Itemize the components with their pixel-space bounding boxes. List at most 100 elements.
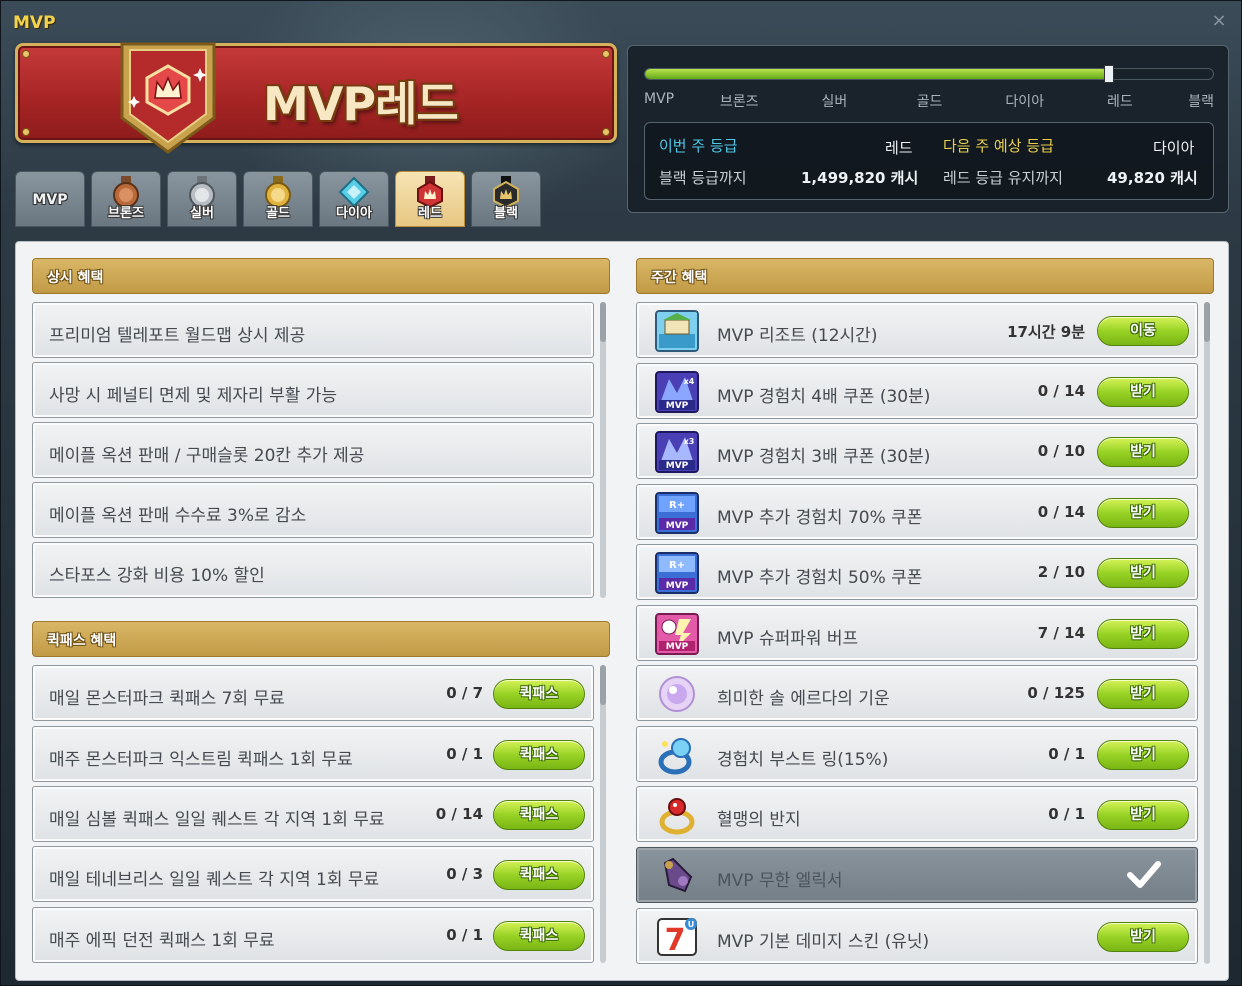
svg-text:7: 7 bbox=[665, 923, 686, 958]
quickpass-button[interactable]: 퀵패스 bbox=[493, 740, 585, 770]
quickpass-row: 매일 몬스터파크 퀵패스 7회 무료 0 / 7 퀵패스 bbox=[32, 665, 594, 721]
usage-count: 2 / 10 bbox=[1037, 563, 1085, 581]
exp-coupon-x4-icon: MVP x4 bbox=[655, 371, 699, 413]
receive-button[interactable]: 받기 bbox=[1097, 679, 1189, 709]
to-black-value: 1,499,820 캐시 bbox=[801, 169, 919, 187]
quickpass-row: 매주 에픽 던전 퀵패스 1회 무료 0 / 1 퀵패스 bbox=[32, 907, 594, 963]
quickpass-button[interactable]: 퀵패스 bbox=[493, 860, 585, 890]
scrollbar-thumb[interactable] bbox=[600, 302, 606, 342]
usage-count: 0 / 3 bbox=[446, 865, 483, 883]
usage-count: 0 / 125 bbox=[1027, 684, 1085, 702]
weekly-benefits-header: 주간 혜택 bbox=[636, 258, 1214, 294]
damage-skin-icon: 7 U bbox=[657, 918, 697, 958]
receive-button[interactable]: 받기 bbox=[1097, 437, 1189, 467]
grade-labels: MVP 브론즈 실버 골드 다이아 레드 블랙 bbox=[644, 91, 1214, 110]
tab-mvp[interactable]: MVP bbox=[15, 171, 85, 227]
tab-gold[interactable]: 골드 bbox=[243, 171, 313, 227]
weekly-row: MVP MVP 슈퍼파워 버프 7 / 14 받기 bbox=[636, 605, 1198, 661]
tab-silver[interactable]: 실버 bbox=[167, 171, 237, 227]
weekly-row: MVP x4 MVP 경험치 4배 쿠폰 (30분) 0 / 14 받기 bbox=[636, 363, 1198, 419]
tab-red[interactable]: 레드 bbox=[395, 171, 465, 227]
benefit-label: MVP 무한 엘릭서 bbox=[717, 871, 843, 891]
banner-title: MVP레드 bbox=[263, 77, 459, 131]
grade-label-mvp: MVP bbox=[644, 91, 675, 107]
grade-progress-marker bbox=[1103, 65, 1114, 83]
tab-label: 골드 bbox=[266, 206, 290, 221]
crown-medal-icon bbox=[120, 42, 216, 154]
quickpass-button[interactable]: 퀵패스 bbox=[493, 921, 585, 951]
usage-count: 0 / 1 bbox=[446, 745, 483, 763]
receive-button[interactable]: 받기 bbox=[1097, 558, 1189, 588]
svg-text:R+: R+ bbox=[669, 500, 685, 511]
bonus-exp-coupon-icon: R+ MVP bbox=[655, 552, 699, 594]
exp-ring-icon bbox=[658, 738, 692, 775]
receive-button[interactable]: 받기 bbox=[1097, 740, 1189, 770]
this-week-value: 레드 bbox=[885, 139, 913, 157]
move-button[interactable]: 이동 bbox=[1097, 316, 1189, 346]
benefit-label: MVP 기본 데미지 스킨 (유닛) bbox=[717, 932, 930, 952]
svg-text:MVP: MVP bbox=[666, 461, 689, 471]
benefits-panel: 상시 혜택 프리미엄 텔레포트 월드맵 상시 제공 사망 시 페널티 면제 및 … bbox=[15, 241, 1229, 981]
receive-button[interactable]: 받기 bbox=[1097, 619, 1189, 649]
banner-stud bbox=[602, 50, 610, 58]
tab-bronze[interactable]: 브론즈 bbox=[91, 171, 161, 227]
receive-button[interactable]: 받기 bbox=[1097, 800, 1189, 830]
weekly-scrollbar[interactable] bbox=[1204, 302, 1210, 964]
weekly-row-resort: MVP 리조트 (12시간) 17시간 9분 이동 bbox=[636, 302, 1198, 358]
usage-count: 0 / 14 bbox=[435, 805, 483, 823]
benefit-label: 스타포스 강화 비용 10% 할인 bbox=[49, 566, 265, 586]
quickpass-button[interactable]: 퀵패스 bbox=[493, 800, 585, 830]
tab-label: 실버 bbox=[190, 206, 214, 221]
quickpass-row: 매일 심볼 퀵패스 일일 퀘스트 각 지역 1회 무료 0 / 14 퀵패스 bbox=[32, 786, 594, 842]
tab-label: 블랙 bbox=[494, 206, 518, 221]
close-icon[interactable]: × bbox=[1209, 11, 1229, 31]
next-week-label: 다음 주 예상 등급 bbox=[943, 137, 1054, 155]
receive-button[interactable]: 받기 bbox=[1097, 377, 1189, 407]
grade-label-silver: 실버 bbox=[821, 94, 848, 110]
permanent-benefit-row: 메이플 옥션 판매 수수료 3%로 감소 bbox=[32, 482, 594, 538]
benefit-label: 희미한 솔 에르다의 기운 bbox=[717, 689, 890, 709]
quickpass-scrollbar[interactable] bbox=[600, 665, 606, 963]
benefit-label: MVP 추가 경험치 70% 쿠폰 bbox=[717, 508, 923, 528]
weekly-row-completed: MVP 무한 엘릭서 bbox=[636, 847, 1198, 903]
svg-text:MVP: MVP bbox=[666, 401, 689, 411]
benefit-label: 프리미엄 텔레포트 월드맵 상시 제공 bbox=[49, 326, 306, 346]
usage-count: 0 / 10 bbox=[1037, 442, 1085, 460]
weekly-row: R+ MVP MVP 추가 경험치 70% 쿠폰 0 / 14 받기 bbox=[636, 484, 1198, 540]
receive-button[interactable]: 받기 bbox=[1097, 498, 1189, 528]
bonus-exp-coupon-icon: R+ MVP bbox=[655, 492, 699, 534]
remaining-time: 17시간 9분 bbox=[1007, 323, 1085, 341]
grade-progress-fill bbox=[645, 69, 1108, 79]
benefit-label: MVP 추가 경험치 50% 쿠폰 bbox=[717, 568, 923, 588]
grade-label-black: 블랙 bbox=[1188, 94, 1214, 110]
weekly-row: 경험치 부스트 링(15%) 0 / 1 받기 bbox=[636, 726, 1198, 782]
quickpass-row: 매일 테네브리스 일일 퀘스트 각 지역 1회 무료 0 / 3 퀵패스 bbox=[32, 846, 594, 902]
svg-text:MVP: MVP bbox=[666, 581, 689, 591]
permanent-benefit-row: 스타포스 강화 비용 10% 할인 bbox=[32, 542, 594, 598]
elixir-icon bbox=[663, 857, 693, 893]
permanent-benefit-row: 메이플 옥션 판매 / 구매슬롯 20칸 추가 제공 bbox=[32, 422, 594, 478]
section-title: 퀵패스 혜택 bbox=[47, 633, 117, 649]
grade-label-bronze: 브론즈 bbox=[719, 94, 759, 110]
receive-button[interactable]: 받기 bbox=[1097, 922, 1189, 952]
svg-text:x3: x3 bbox=[684, 437, 695, 446]
scrollbar-thumb[interactable] bbox=[1204, 302, 1210, 342]
grade-label-diamond: 다이아 bbox=[1005, 94, 1045, 110]
benefit-label: MVP 리조트 (12시간) bbox=[717, 326, 878, 346]
weekly-row: R+ MVP MVP 추가 경험치 50% 쿠폰 2 / 10 받기 bbox=[636, 544, 1198, 600]
window-title: MVP bbox=[13, 13, 56, 33]
tab-black[interactable]: 블랙 bbox=[471, 171, 541, 227]
quickpass-row: 매주 몬스터파크 익스트림 퀵패스 1회 무료 0 / 1 퀵패스 bbox=[32, 726, 594, 782]
permanent-scrollbar[interactable] bbox=[600, 302, 606, 598]
benefit-label: 혈맹의 반지 bbox=[717, 810, 801, 830]
permanent-benefits-header: 상시 혜택 bbox=[32, 258, 610, 294]
resort-icon bbox=[655, 310, 699, 352]
tab-diamond[interactable]: 다이아 bbox=[319, 171, 389, 227]
benefit-label: 매주 몬스터파크 익스트림 퀵패스 1회 무료 bbox=[49, 750, 353, 770]
scrollbar-thumb[interactable] bbox=[600, 665, 606, 705]
usage-count: 0 / 1 bbox=[1048, 805, 1085, 823]
svg-text:R+: R+ bbox=[669, 560, 685, 571]
svg-text:MVP: MVP bbox=[666, 521, 689, 531]
quickpass-button[interactable]: 퀵패스 bbox=[493, 679, 585, 709]
quickpass-benefits-header: 퀵패스 혜택 bbox=[32, 621, 610, 657]
